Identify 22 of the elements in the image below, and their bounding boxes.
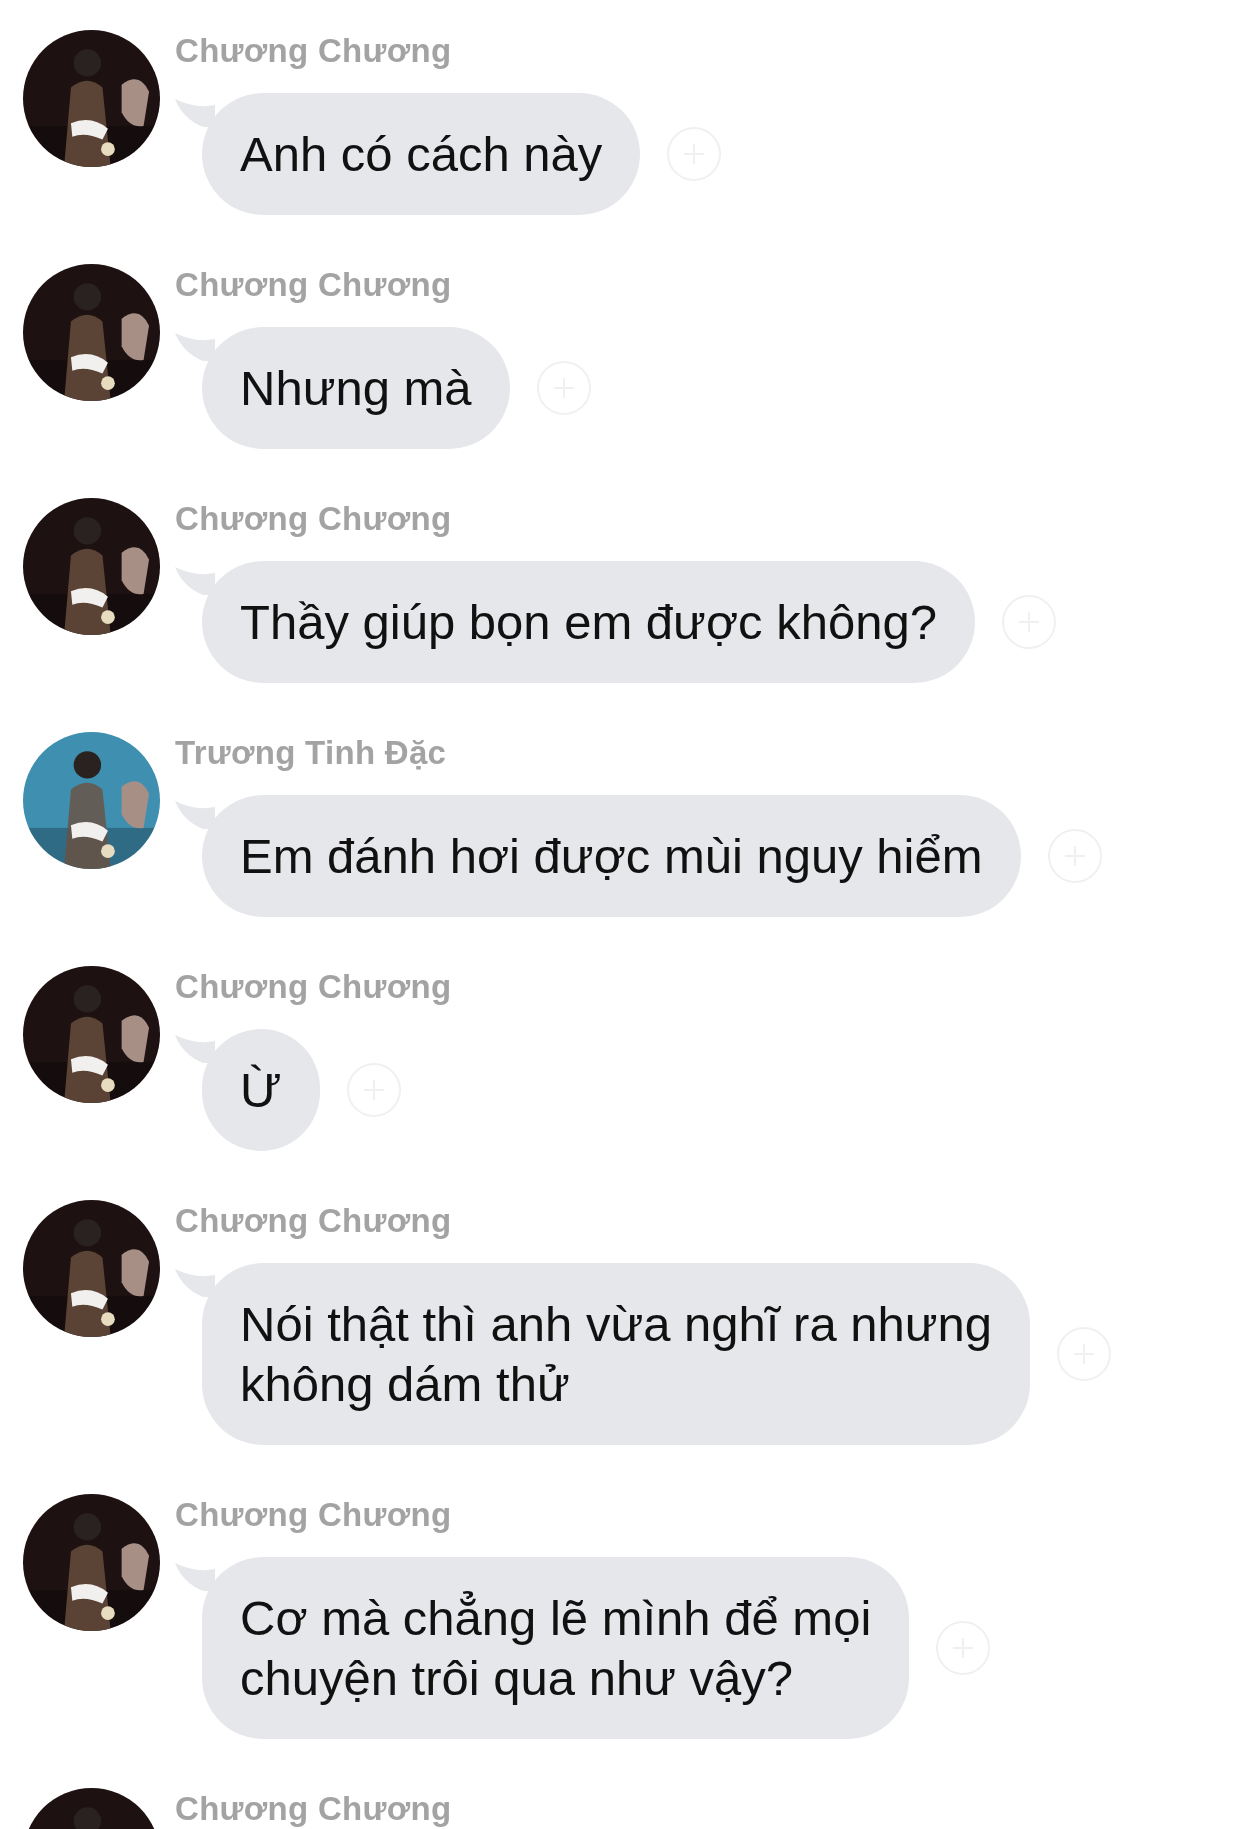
bubble-tail [175,567,215,597]
bubble-tail [175,1269,215,1299]
sender-name: Trương Tinh Đặc [175,734,447,772]
sender-name: Chương Chương [175,1496,452,1534]
message-bubble: Em đánh hơi được mùi nguy hiểm [202,795,1021,917]
message-bubble: Cơ mà chẳng lẽ mình để mọi chuyện trôi qua như vậy? [202,1557,910,1739]
sender-name: Chương Chương [175,266,452,304]
message-bubble: Anh có cách này [202,93,641,215]
sender-name: Chương Chương [175,500,452,538]
message-bubble: Thầy giúp bọn em được không? [202,561,975,683]
message-bubble: Nhưng mà [202,327,510,449]
bubble-tail [175,1035,215,1065]
message-bubble: Ừ [202,1029,320,1151]
sender-name: Chương Chương [175,968,452,1006]
sender-name: Chương Chương [175,32,452,70]
bubble-tail [175,333,215,363]
bubble-tail [175,99,215,129]
message-bubble: Nói thật thì anh vừa nghĩ ra nhưng không dám thử [202,1263,1031,1445]
bubble-tail [175,801,215,831]
bubble-tail [175,1563,215,1593]
sender-name: Chương Chương [175,1790,452,1828]
sender-name: Chương Chương [175,1202,452,1240]
